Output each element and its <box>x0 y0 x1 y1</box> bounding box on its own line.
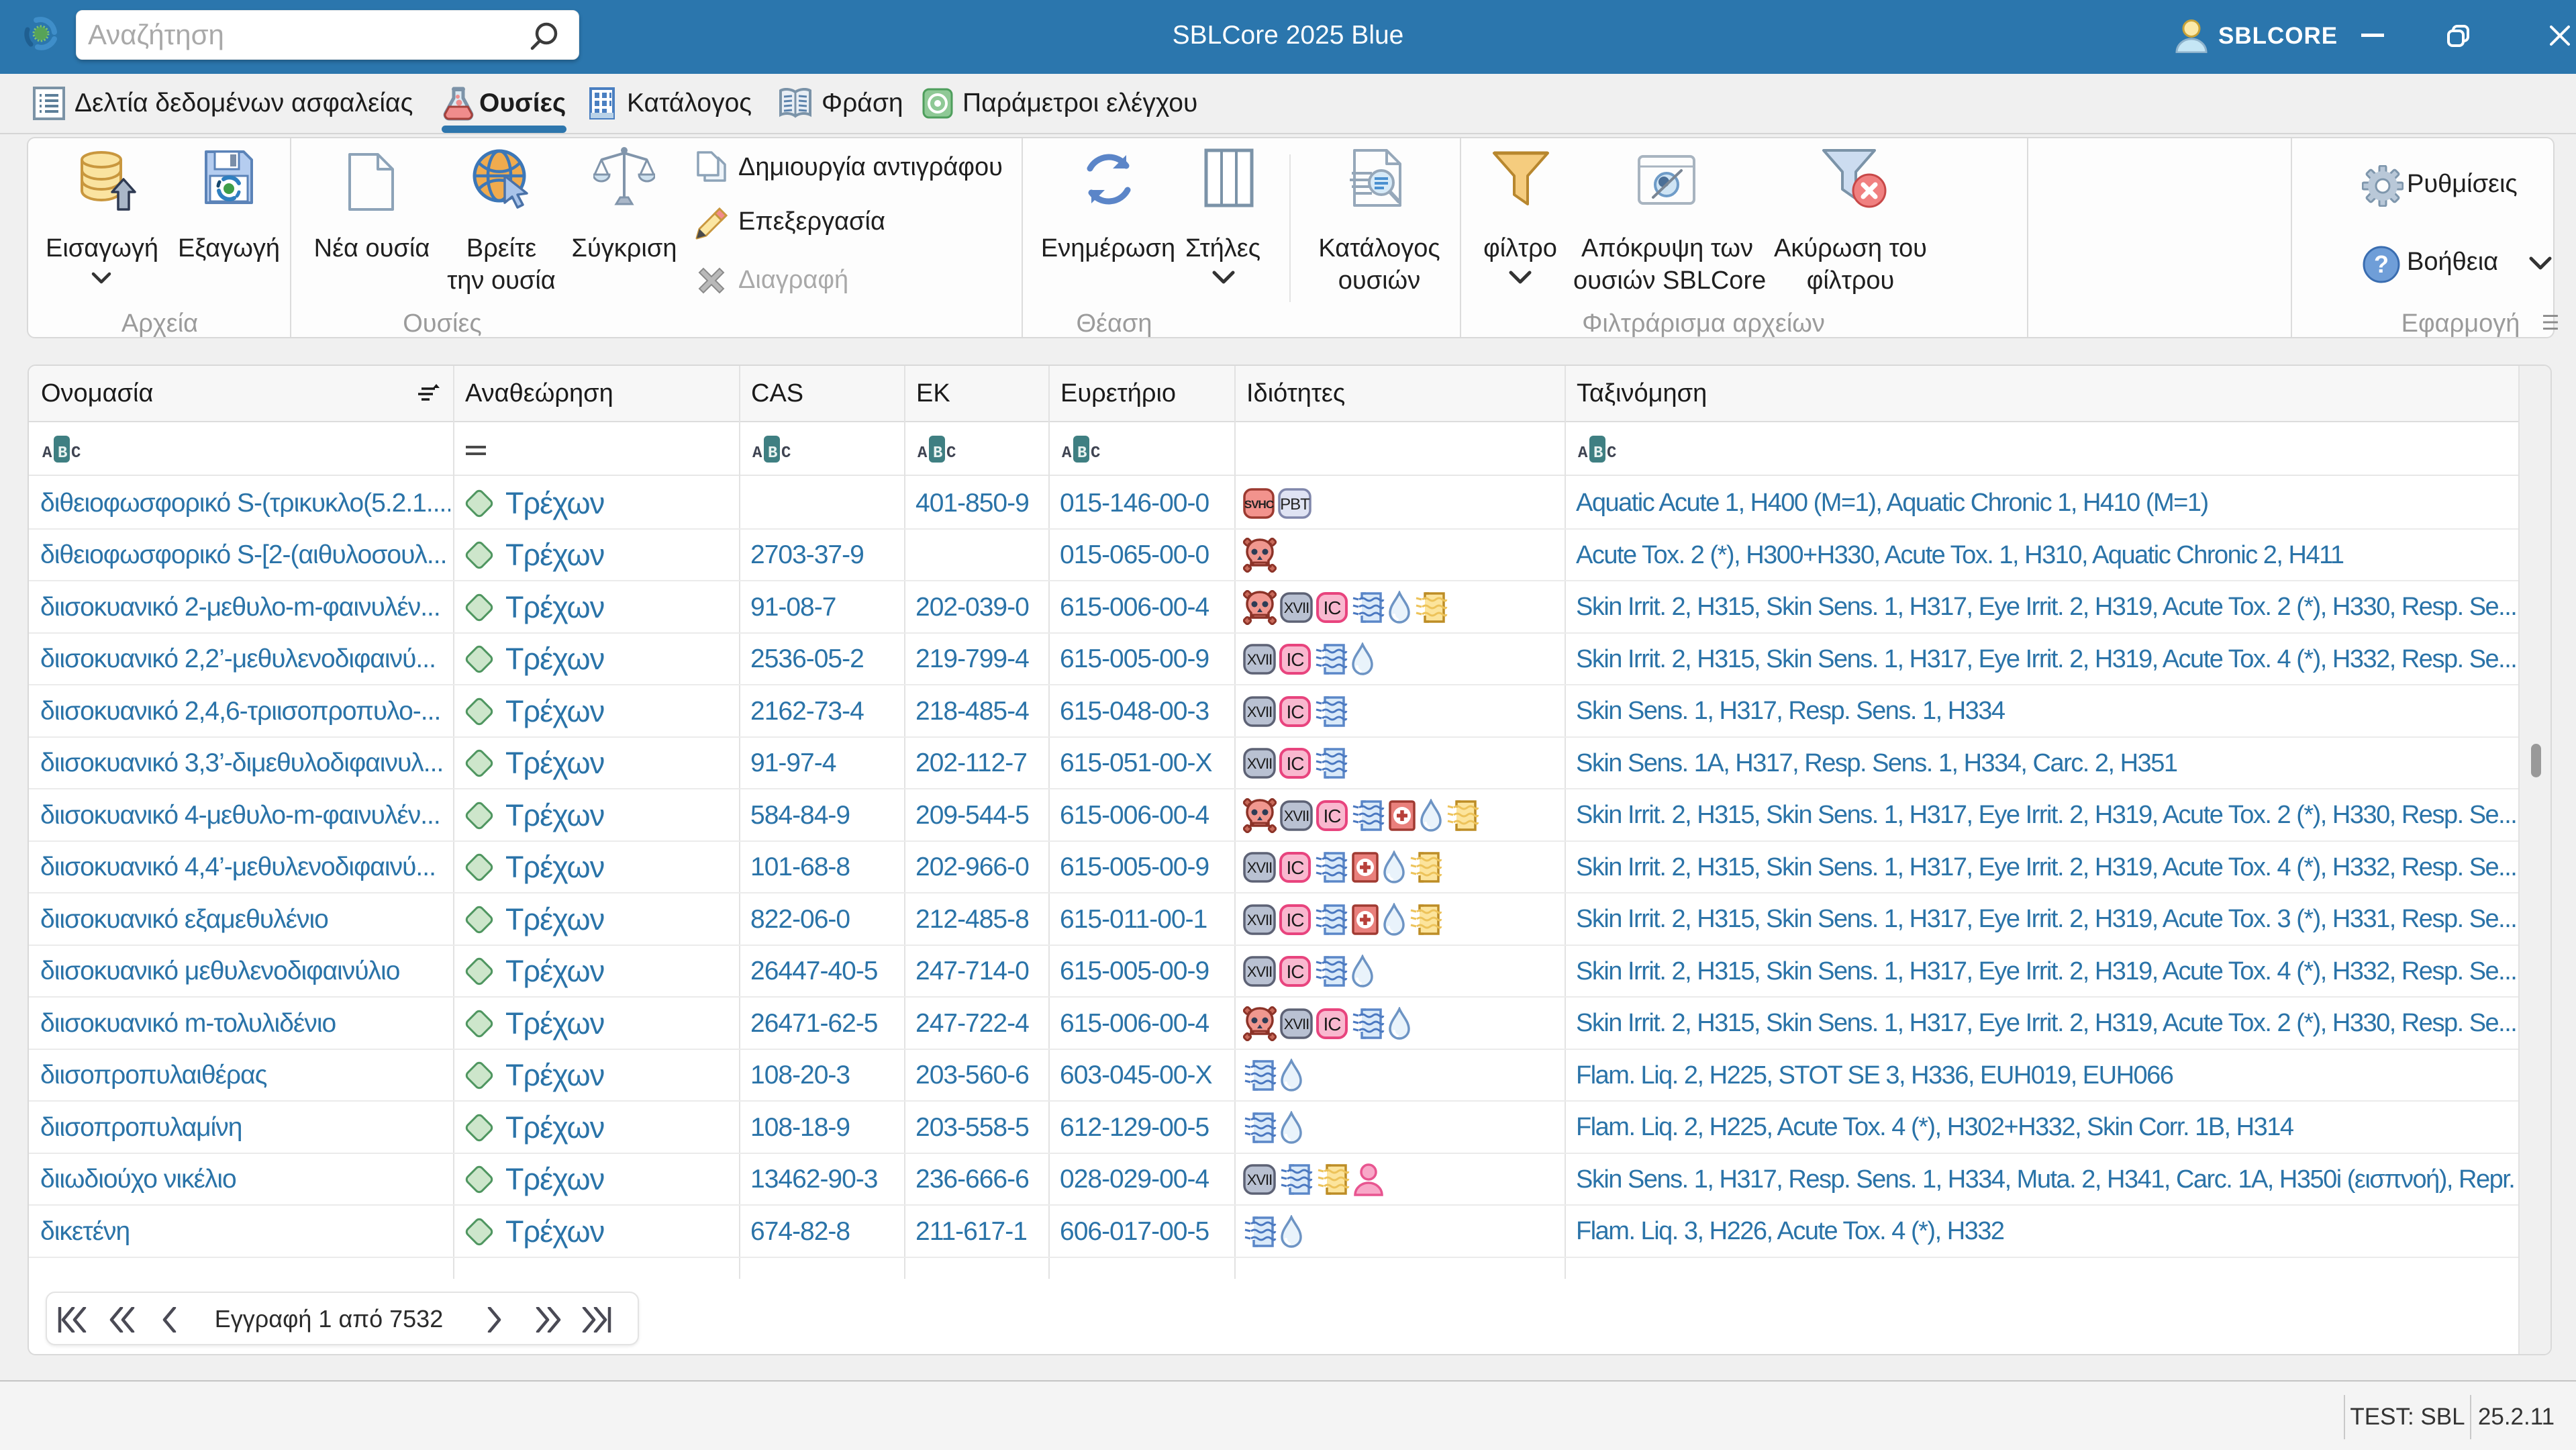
svg-text:XVII: XVII <box>1247 755 1273 772</box>
svg-text:A: A <box>918 444 928 463</box>
svg-text:C: C <box>781 444 791 463</box>
svg-text:XVII: XVII <box>1247 963 1273 980</box>
svg-text:XVII: XVII <box>1284 1016 1309 1032</box>
svg-text:IC: IC <box>1287 753 1305 774</box>
svg-text:IC: IC <box>1287 857 1305 878</box>
svg-text:XVII: XVII <box>1247 912 1273 928</box>
svg-text:XVII: XVII <box>1247 704 1273 720</box>
svg-text:?: ? <box>2374 250 2389 278</box>
svg-text:IC: IC <box>1287 961 1305 982</box>
svg-text:IC: IC <box>1287 649 1305 670</box>
svg-text:IC: IC <box>1324 597 1342 618</box>
svg-text:B: B <box>768 444 777 463</box>
svg-text:XVII: XVII <box>1247 1171 1273 1188</box>
svg-text:B: B <box>58 444 67 463</box>
svg-text:B: B <box>933 444 942 463</box>
svg-text:A: A <box>1062 444 1072 463</box>
svg-text:XVII: XVII <box>1247 651 1273 668</box>
svg-text:XVII: XVII <box>1284 808 1309 824</box>
svg-text:IC: IC <box>1324 1014 1342 1034</box>
svg-text:C: C <box>71 444 81 463</box>
svg-text:A: A <box>42 444 52 463</box>
svg-text:IC: IC <box>1287 702 1305 722</box>
svg-text:SVHC: SVHC <box>1244 498 1274 511</box>
svg-text:B: B <box>1593 444 1603 463</box>
svg-text:XVII: XVII <box>1284 599 1309 616</box>
svg-text:PBT: PBT <box>1280 495 1310 514</box>
svg-text:C: C <box>1607 444 1616 463</box>
svg-text:B: B <box>1077 444 1087 463</box>
svg-text:IC: IC <box>1324 806 1342 826</box>
svg-text:C: C <box>1091 444 1100 463</box>
svg-text:IC: IC <box>1287 910 1305 930</box>
svg-text:XVII: XVII <box>1247 859 1273 876</box>
svg-text:A: A <box>1578 444 1588 463</box>
svg-text:C: C <box>946 444 956 463</box>
svg-text:A: A <box>752 444 762 463</box>
